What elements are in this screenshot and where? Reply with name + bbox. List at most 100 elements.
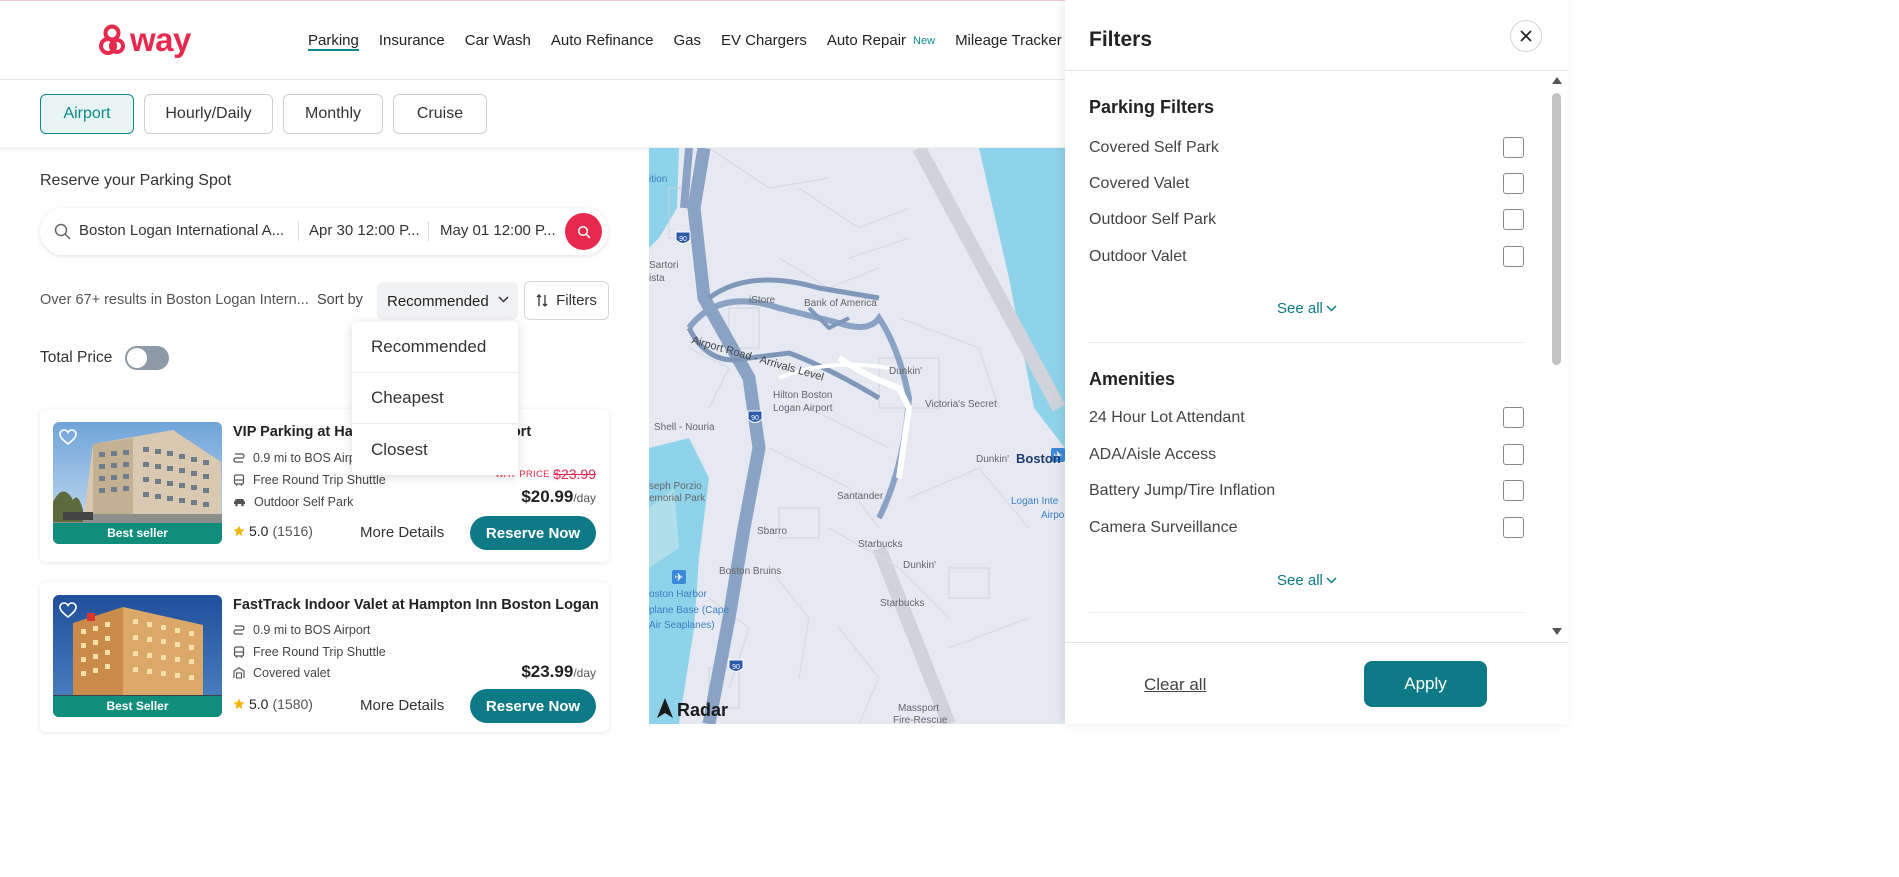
svg-text:Fire-Rescue: Fire-Rescue [893, 715, 948, 724]
svg-text:✈: ✈ [674, 572, 683, 584]
see-all-amenities[interactable]: See all [1277, 572, 1337, 589]
parking-type-row: Outdoor Self Park [233, 495, 353, 509]
start-date-field[interactable]: Apr 30 12:00 P... [309, 222, 420, 239]
nav-label: Gas [673, 31, 701, 49]
filter-label: Outdoor Valet [1089, 248, 1187, 265]
sort-option-cheapest[interactable]: Cheapest [352, 373, 518, 424]
svg-text:Starbucks: Starbucks [880, 598, 924, 609]
checkbox[interactable] [1503, 480, 1524, 501]
scroll-up-arrow-icon[interactable] [1551, 76, 1563, 85]
i90-shield-icon: 90 [747, 410, 763, 423]
tab-airport[interactable]: Airport [40, 94, 134, 134]
end-date-field[interactable]: May 01 12:00 P... [440, 222, 556, 239]
shuttle-text: Free Round Trip Shuttle [253, 473, 386, 487]
sort-option-closest[interactable]: Closest [352, 424, 518, 475]
svg-text:Starbucks: Starbucks [858, 539, 902, 550]
scrollbar-thumb[interactable] [1552, 93, 1561, 365]
filters-label: Filters [556, 292, 597, 309]
filter-label: Battery Jump/Tire Inflation [1089, 482, 1276, 499]
listing-name[interactable]: FastTrack Indoor Valet at Hampton Inn Bo… [233, 597, 599, 613]
nav-mileage-tracker[interactable]: Mileage Tracker [955, 1, 1062, 79]
more-details-link[interactable]: More Details [360, 524, 444, 541]
svg-text:iStore: iStore [749, 295, 776, 306]
sort-option-recommended[interactable]: Recommended [352, 322, 518, 373]
scrollbar[interactable] [1550, 76, 1564, 638]
close-button[interactable] [1510, 20, 1542, 52]
nav-label: Car Wash [464, 31, 531, 49]
filter-label: ADA/Aisle Access [1089, 446, 1217, 463]
checkbox[interactable] [1503, 407, 1524, 428]
filter-label: 24 Hour Lot Attendant [1089, 409, 1245, 426]
svg-text:90: 90 [732, 664, 740, 671]
i90-shield-icon: 90 [675, 231, 691, 244]
scroll-down-arrow-icon[interactable] [1551, 627, 1563, 636]
apply-button[interactable]: Apply [1364, 661, 1487, 707]
svg-text:Logan Inte: Logan Inte [1011, 496, 1059, 507]
reserve-now-button[interactable]: Reserve Now [470, 516, 596, 550]
heart-icon[interactable] [59, 429, 77, 445]
search-icon [54, 223, 71, 240]
checkbox[interactable] [1503, 137, 1524, 158]
drawer-header: Filters [1065, 0, 1568, 71]
nav-label: Insurance [378, 31, 445, 49]
logo-wordmark: way [130, 21, 191, 58]
search-icon [577, 225, 590, 238]
heart-icon[interactable] [59, 602, 77, 618]
total-price-toggle[interactable] [125, 346, 169, 370]
price-unit: /day [573, 666, 596, 680]
listing-card: Best seller VIP Parking at HaAirport 0.9… [40, 409, 609, 562]
rating-value: 5.0 [249, 523, 269, 539]
location-field[interactable]: Boston Logan International A... [79, 222, 284, 239]
rating: 5.0 (1580) [233, 696, 313, 712]
search-bar: Boston Logan International A... Apr 30 1… [40, 208, 608, 255]
filters-button[interactable]: Filters [524, 281, 609, 320]
reserve-now-button[interactable]: Reserve Now [470, 689, 596, 723]
distance-row: 0.9 mi to BOS Airport [233, 623, 370, 637]
divider [428, 221, 429, 241]
way-logo[interactable]: way [98, 23, 191, 57]
tab-hourly-daily[interactable]: Hourly/Daily [144, 94, 273, 134]
distance-text: 0.9 mi to BOS Airport [253, 623, 371, 637]
tab-cruise[interactable]: Cruise [393, 94, 487, 134]
parking-type-row: Covered valet [233, 666, 330, 680]
nav-auto-repair[interactable]: Auto Repair New [827, 1, 935, 79]
checkbox[interactable] [1503, 444, 1524, 465]
nav-insurance[interactable]: Insurance [379, 1, 445, 79]
checkbox[interactable] [1503, 246, 1524, 267]
nav-ev-chargers[interactable]: EV Chargers [721, 1, 807, 79]
review-count: (1516) [272, 523, 313, 539]
see-all-parking-filters[interactable]: See all [1277, 300, 1337, 317]
nav-car-wash[interactable]: Car Wash [465, 1, 531, 79]
nav-label: EV Chargers [720, 31, 807, 49]
svg-text:Sartori: Sartori [649, 260, 678, 271]
svg-text:oston Harbor: oston Harbor [649, 589, 707, 600]
filter-label: Camera Surveillance [1089, 519, 1238, 536]
search-button[interactable] [565, 213, 602, 250]
nav-auto-refinance[interactable]: Auto Refinance [551, 1, 654, 79]
checkbox[interactable] [1503, 173, 1524, 194]
distance-text: 0.9 mi to BOS Airp [253, 451, 356, 465]
filter-option: Battery Jump/Tire Inflation [1089, 480, 1524, 504]
map-view[interactable]: 90 90 90 ✈ ✈ ition Sartori ista iStore B… [649, 148, 1065, 724]
nav-parking[interactable]: Parking [308, 1, 359, 79]
see-all-label: See all [1277, 572, 1323, 589]
checkbox[interactable] [1503, 517, 1524, 538]
svg-text:Radar: Radar [677, 700, 728, 720]
svg-text:Bank of America: Bank of America [804, 298, 877, 309]
checkbox[interactable] [1503, 209, 1524, 230]
i90-shield-icon: 90 [728, 659, 744, 672]
divider [1089, 342, 1524, 343]
star-icon [233, 698, 245, 709]
sort-select[interactable]: Recommended [377, 282, 518, 320]
svg-text:Massport: Massport [898, 703, 939, 714]
clear-all-link[interactable]: Clear all [1144, 675, 1206, 695]
svg-text:Victoria's Secret: Victoria's Secret [925, 399, 997, 410]
more-details-link[interactable]: More Details [360, 697, 444, 714]
nav-gas[interactable]: Gas [673, 1, 701, 79]
nav-label: Auto Refinance [550, 31, 654, 49]
filter-option: Covered Self Park [1089, 137, 1524, 161]
tab-monthly[interactable]: Monthly [283, 94, 383, 134]
svg-text:Dunkin': Dunkin' [976, 454, 1009, 465]
shuttle-text: Free Round Trip Shuttle [253, 645, 386, 659]
best-seller-badge: Best seller [53, 523, 222, 544]
